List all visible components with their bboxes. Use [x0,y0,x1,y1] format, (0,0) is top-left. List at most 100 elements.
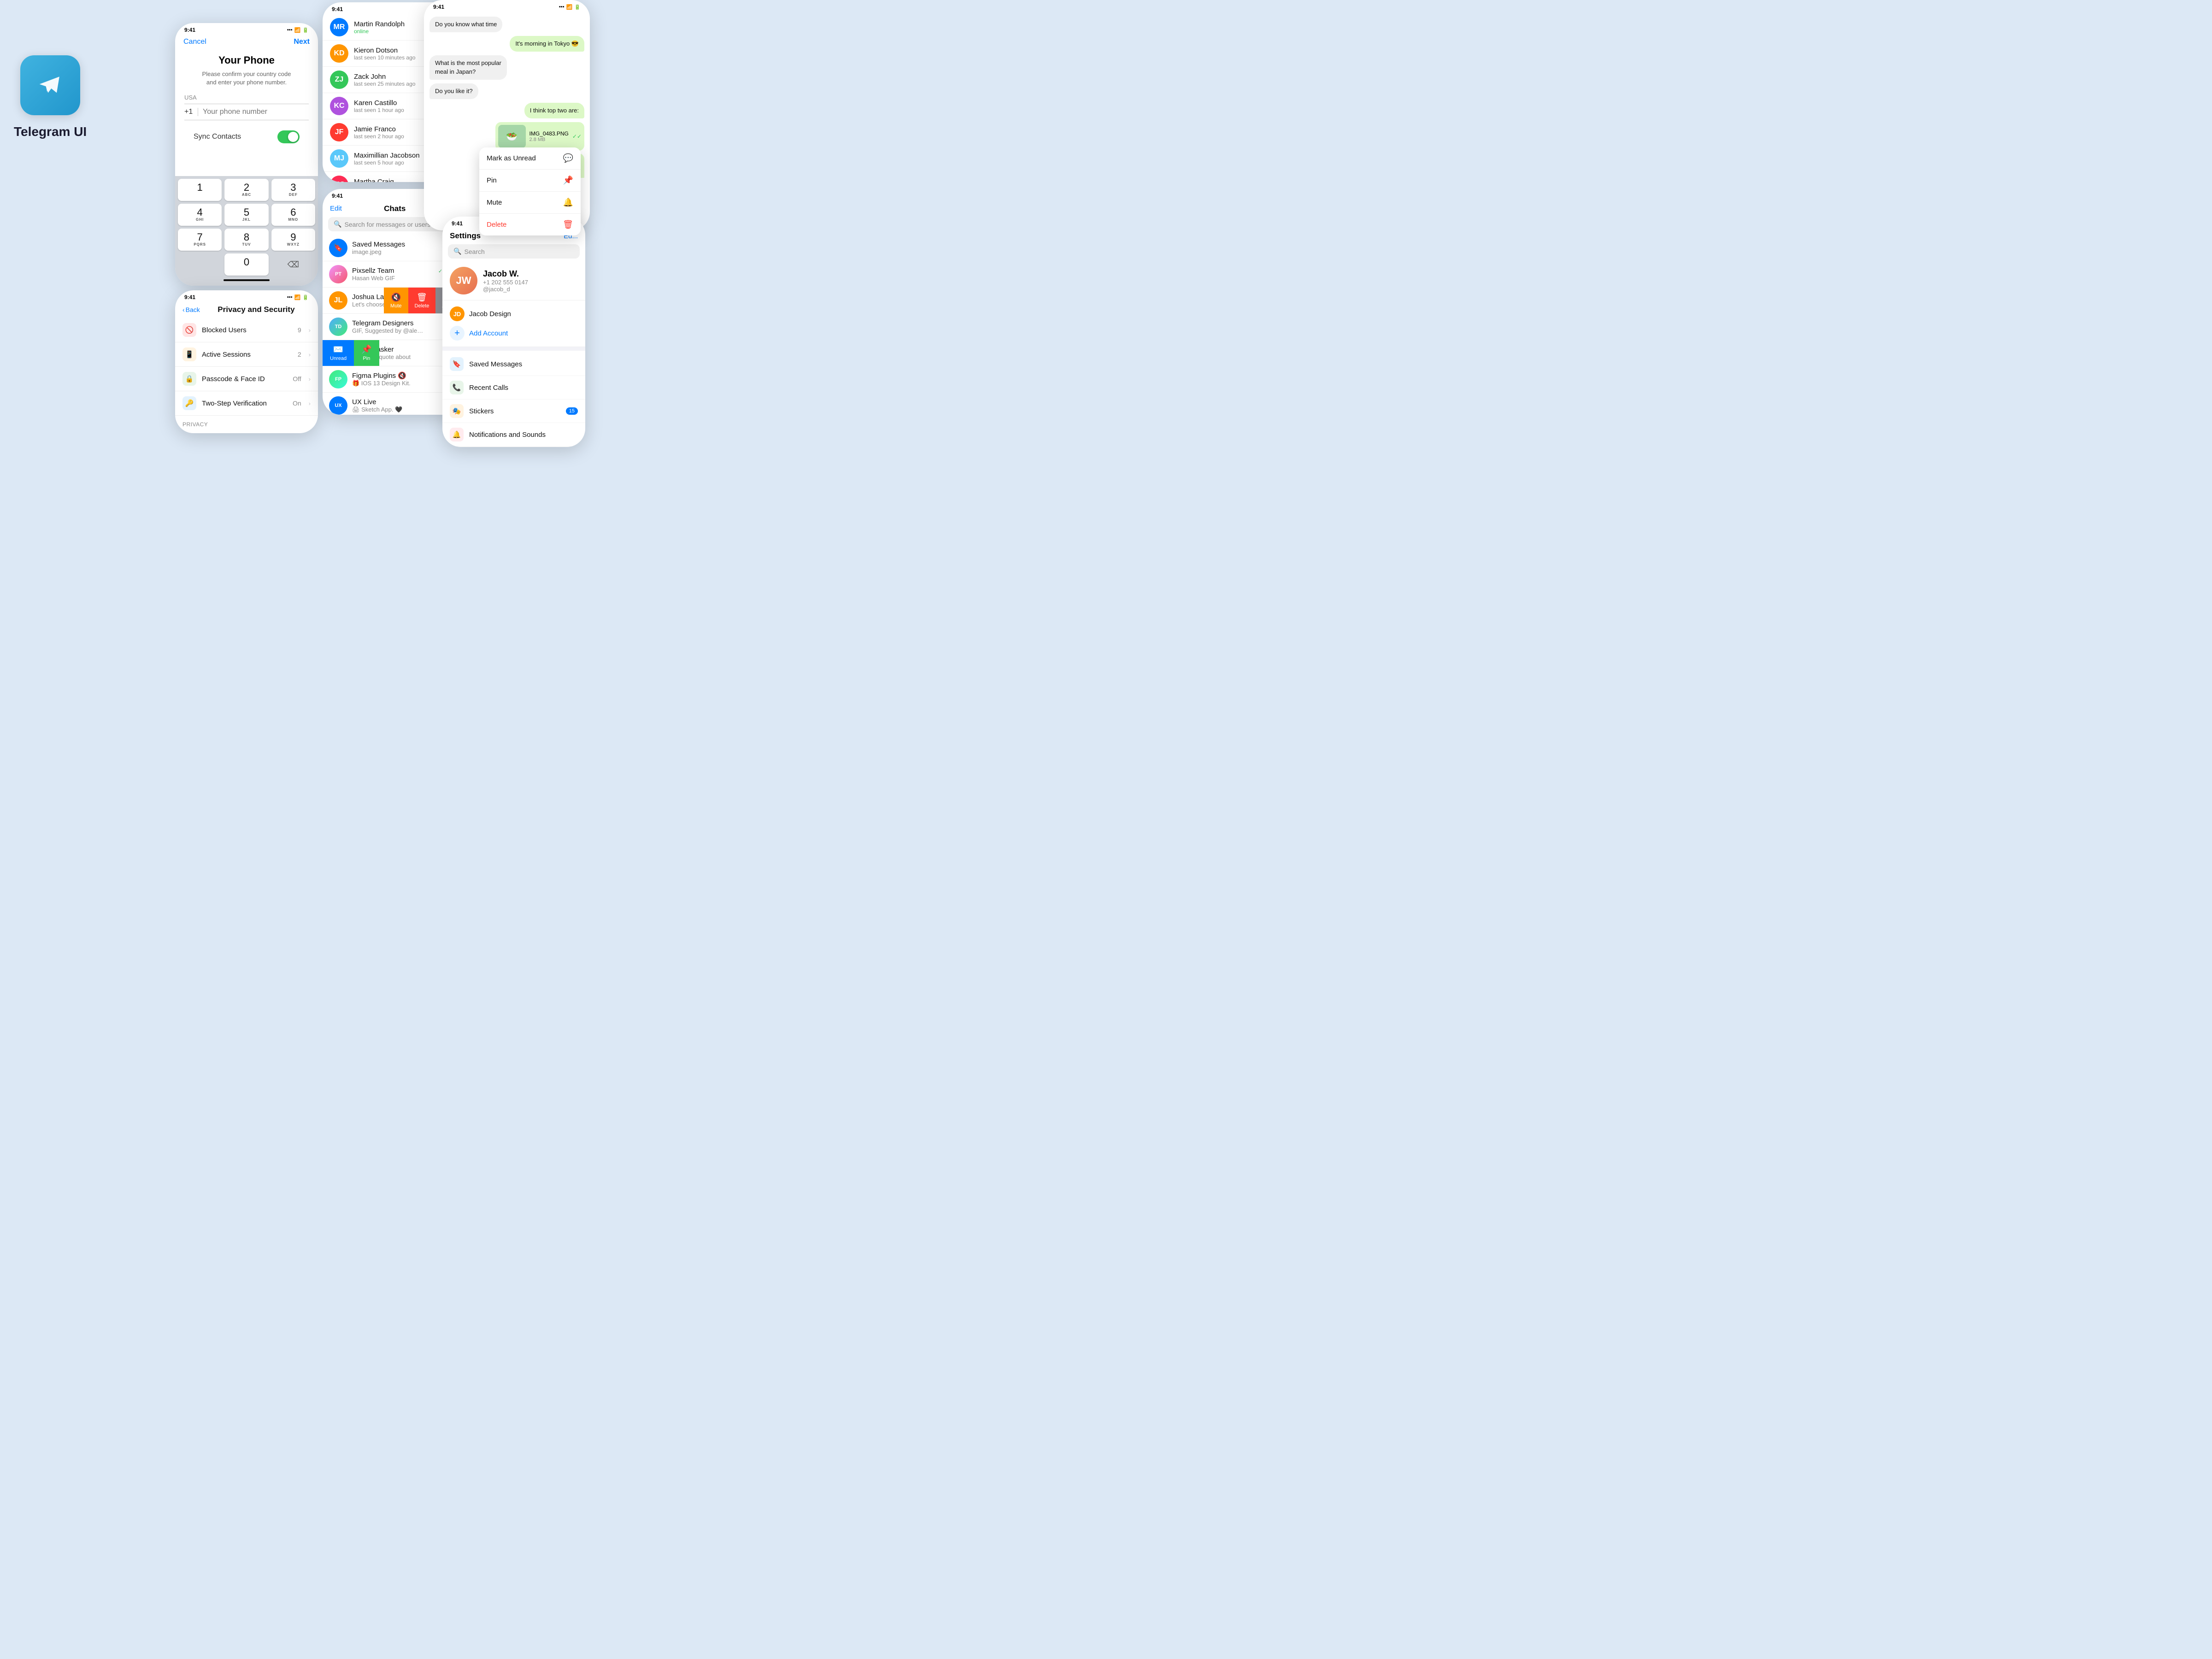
privacy-items-list: 🚫 Blocked Users 9 › 📱 Active Sessions 2 … [175,318,318,433]
chat-name-telegram-designers: Telegram Designers [352,319,413,327]
ctx-mark-unread[interactable]: Mark as Unread 💬 [479,147,581,170]
num-key-0[interactable]: 0 [224,253,268,276]
privacy-item-2step[interactable]: 🔑 Two-Step Verification On › [175,391,318,416]
img-thumbnail-1: 🥗 [498,125,526,148]
country-label: USA [184,94,309,101]
2step-value: On [293,400,301,407]
avatar-kieron: KD [330,44,348,63]
ctx-delete[interactable]: Delete 🗑 [479,214,581,235]
recent-calls-label: Recent Calls [469,384,578,392]
add-account-button[interactable]: + Add Account [450,324,578,343]
swipe-delete-button[interactable]: 🗑 Delete [408,288,436,313]
privacy-item-sessions[interactable]: 📱 Active Sessions 2 › [175,342,318,367]
privacy-section-header: PRIVACY [175,416,318,429]
privacy-back-button[interactable]: ‹ Back [182,306,200,313]
profile-username: @jacob_d [483,286,528,293]
screen-your-phone: 9:41 ▪▪▪ 📶 🔋 Cancel Next Your Phone Plea… [175,23,318,286]
privacy-nav: ‹ Back Privacy and Security [175,302,318,318]
mute-icon: 🔇 [391,293,401,302]
num-key-6[interactable]: 6MNO [271,204,315,226]
settings-search-icon: 🔍 [453,247,461,255]
contact-name-martha: Martha Craig [354,178,423,182]
num-key-7[interactable]: 7PQRS [178,229,222,251]
delete-icon: 🗑 [417,293,427,302]
ctx-mute-label: Mute [487,199,502,206]
msg-in-3: Do you like it? [429,83,478,99]
account-avatar-jacob-design: JD [450,306,465,321]
2step-icon: 🔑 [182,396,196,410]
country-section: USA +1 Sync Contacts [175,94,318,147]
logo-area: Telegram UI [14,55,87,139]
ctx-mark-unread-icon: 💬 [563,153,573,163]
privacy-item-phone[interactable]: Phone Number My Contacts › [175,429,318,433]
profile-section[interactable]: JW Jacob W. +1 202 555 0147 @jacob_d [442,263,585,300]
cancel-button[interactable]: Cancel [183,38,206,46]
phone-input-row[interactable]: +1 [184,104,309,120]
next-button[interactable]: Next [294,38,310,46]
phone-screen-subtitle: Please confirm your country codeand ente… [184,70,309,87]
sync-contacts-toggle[interactable] [277,130,300,143]
num-key-3[interactable]: 3DEF [271,179,315,201]
sync-row: Sync Contacts [184,127,309,147]
contact-name-karen: Karen Castillo [354,99,404,107]
edit-chats-button[interactable]: Edit [330,205,342,212]
status-time-privacy: 9:41 [184,294,195,300]
msg-in-2: What is the most popularmeal in Japan? [429,55,507,79]
action-pin-button[interactable]: 📌 Pin [354,340,379,366]
account-jacob-design[interactable]: JD Jacob Design [450,304,578,324]
chats-screen-title: Chats [384,204,406,213]
contact-name-zack: Zack John [354,73,415,81]
num-key-8[interactable]: 8TUV [224,229,268,251]
contact-status-max: last seen 5 hour ago [354,159,420,166]
num-key-backspace[interactable]: ⌫ [271,253,315,276]
action-unread-button[interactable]: ✉️ Unread [323,340,354,366]
num-key-4[interactable]: 4GHI [178,204,222,226]
ctx-pin[interactable]: Pin 📌 [479,170,581,192]
settings-item-notifications[interactable]: 🔔 Notifications and Sounds [442,423,585,447]
num-key-2[interactable]: 2ABC [224,179,268,201]
avatar-joshua: JL [329,291,347,310]
ctx-mute-icon: 🔔 [563,198,573,207]
chevron-icon-3: › [309,376,311,382]
status-time-settings: 9:41 [452,220,463,227]
num-key-1[interactable]: 1 [178,179,222,201]
settings-item-recent-calls[interactable]: 📞 Recent Calls [442,376,585,400]
settings-item-saved-messages[interactable]: 🔖 Saved Messages [442,353,585,376]
contact-name-max: Maximillian Jacobson [354,152,420,159]
context-menu: Mark as Unread 💬 Pin 📌 Mute 🔔 Delete 🗑 [479,147,581,235]
passcode-icon: 🔒 [182,372,196,386]
chat-preview-telegram-designers: GIF, Suggested by @alex_21 [352,327,426,334]
img-filename-1: IMG_0483.PNG [529,130,569,137]
phone-number-input[interactable] [203,108,309,116]
settings-search-placeholder: Search [464,248,484,255]
status-time-conv: 9:41 [433,4,444,10]
avatar-karen: KC [330,97,348,115]
2step-label: Two-Step Verification [202,400,287,407]
ctx-mute[interactable]: Mute 🔔 [479,192,581,214]
ctx-mark-unread-label: Mark as Unread [487,154,536,162]
status-bar-privacy: 9:41 ▪▪▪ 📶 🔋 [175,290,318,302]
active-sessions-value: 2 [298,351,301,358]
contact-name-jamie: Jamie Franco [354,125,404,133]
unread-label: Unread [330,356,347,361]
num-key-9[interactable]: 9WXYZ [271,229,315,251]
privacy-item-blocked[interactable]: 🚫 Blocked Users 9 › [175,318,318,342]
chat-name-saved: Saved Messages [352,241,405,248]
ctx-delete-icon: 🗑 [563,220,573,229]
settings-search-bar[interactable]: 🔍 Search [448,244,580,259]
msg-in-1: Do you know what time [429,17,502,32]
blocked-users-icon: 🚫 [182,323,196,337]
back-label: Back [186,306,200,313]
privacy-item-passcode[interactable]: 🔒 Passcode & Face ID Off › [175,367,318,391]
notifications-label: Notifications and Sounds [469,431,578,439]
swipe-mute-button[interactable]: 🔇 Mute [384,288,408,313]
contact-name-kieron: Kieron Dotson [354,47,415,54]
country-code: +1 [184,108,198,116]
unread-pin-actions: ✉️ Unread 📌 Pin [323,340,379,366]
avatar-jamie: JF [330,123,348,141]
settings-item-stickers[interactable]: 🎭 Stickers 15 [442,400,585,423]
settings-list: 🔖 Saved Messages 📞 Recent Calls 🎭 Sticke… [442,351,585,447]
num-key-5[interactable]: 5JKL [224,204,268,226]
saved-messages-label: Saved Messages [469,360,578,368]
notifications-icon: 🔔 [450,428,464,441]
